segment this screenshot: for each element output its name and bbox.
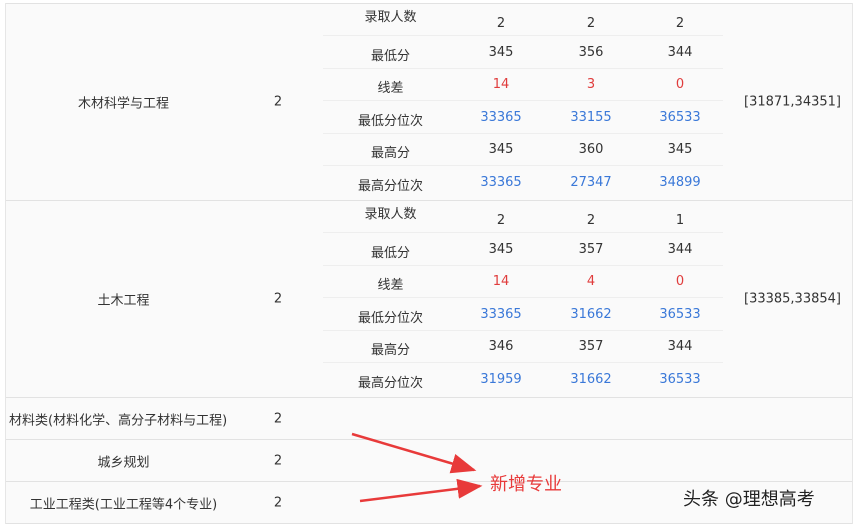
new-major-note: 新增专业 <box>490 474 562 495</box>
arrow-1 <box>351 432 477 474</box>
arrow-2 <box>359 478 483 503</box>
arrows-annotation <box>351 432 483 503</box>
watermark: 头条 @理想高考 <box>683 489 815 510</box>
